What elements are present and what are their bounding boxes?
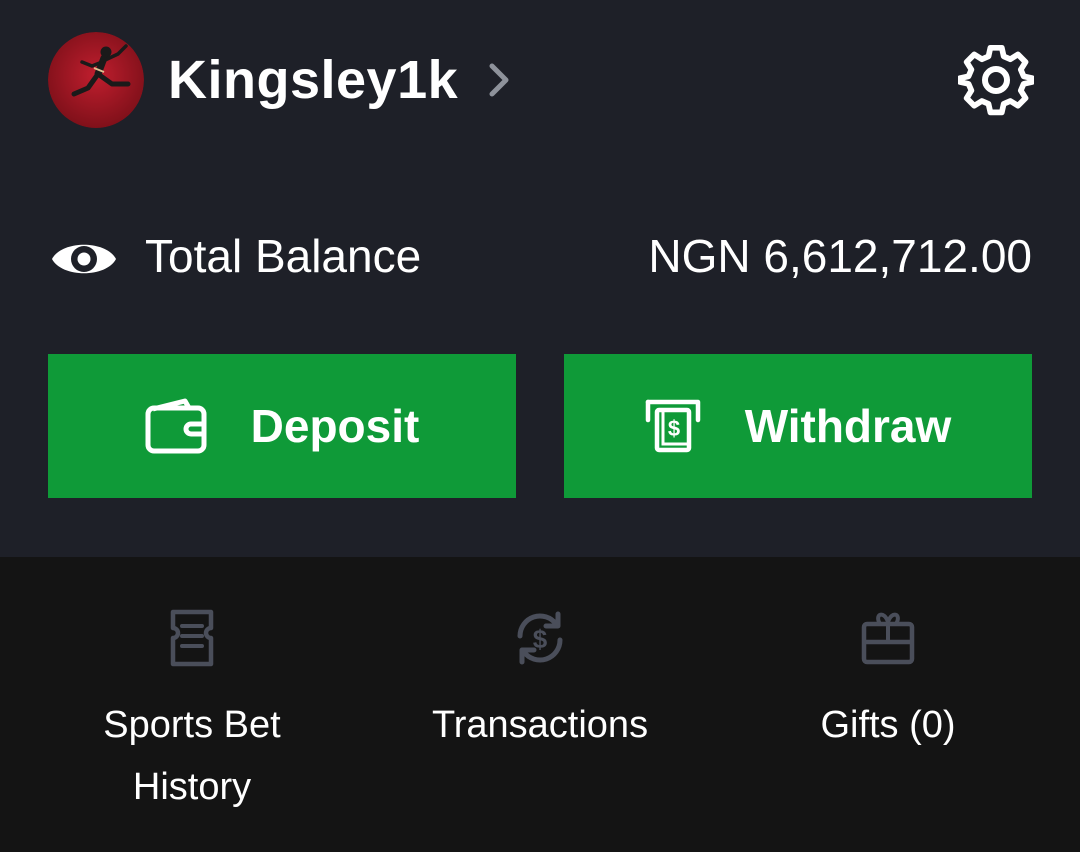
account-header-panel: Kingsley1k Total Balance NGN 6,612,712.0… (0, 0, 1080, 557)
sports-bet-history-label: Sports Bet History (103, 694, 280, 818)
username: Kingsley1k (168, 50, 459, 110)
transactions-label: Transactions (432, 694, 648, 756)
deposit-button[interactable]: Deposit (48, 354, 516, 498)
chevron-right-icon (489, 63, 509, 97)
runner-avatar-image (48, 32, 144, 128)
avatar[interactable] (48, 32, 144, 128)
label-line-1: Transactions (431, 704, 649, 746)
transactions-link[interactable]: $ Transactions (390, 608, 690, 756)
total-balance-value: NGN 6,612,712.00 (648, 230, 1032, 282)
profile-link[interactable]: Kingsley1k (168, 44, 512, 116)
atm-cash-icon: $ (645, 399, 700, 453)
wallet-icon (145, 398, 207, 454)
withdraw-label: Withdraw (744, 400, 952, 452)
label-line-1: Gifts (0) (820, 704, 956, 746)
gear-icon[interactable] (958, 42, 1034, 118)
sports-bet-history-link[interactable]: Sports Bet History (42, 608, 342, 818)
label-line-2: History (132, 766, 252, 808)
ticket-icon (170, 609, 214, 667)
eye-icon[interactable] (50, 232, 118, 286)
deposit-label: Deposit (250, 400, 420, 452)
svg-text:$: $ (533, 624, 548, 654)
gifts-label: Gifts (0) (820, 694, 955, 756)
gift-icon (861, 612, 915, 665)
label-line-1: Sports Bet (103, 704, 281, 746)
total-balance-label: Total Balance (145, 230, 422, 282)
gifts-link[interactable]: Gifts (0) (738, 608, 1038, 756)
svg-text:$: $ (668, 416, 680, 441)
withdraw-button[interactable]: $ Withdraw (564, 354, 1032, 498)
dollar-exchange-icon: $ (517, 611, 563, 665)
